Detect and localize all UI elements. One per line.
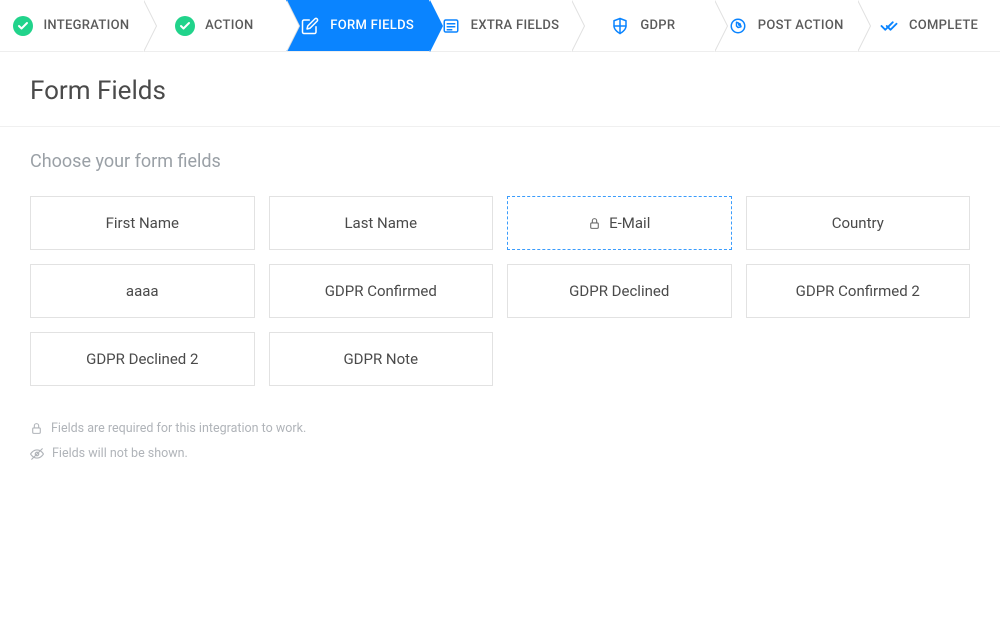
edit-icon <box>300 16 320 36</box>
form-list-icon <box>441 16 461 36</box>
legend-required: Fields are required for this integration… <box>30 416 970 441</box>
field-last-name[interactable]: Last Name <box>269 196 494 250</box>
field-label: Last Name <box>344 214 417 232</box>
content-area: Choose your form fields First Name Last … <box>0 127 1000 490</box>
shield-icon <box>610 16 630 36</box>
legend-text: Fields will not be shown. <box>52 441 188 466</box>
check-circle-icon <box>175 16 195 36</box>
step-label: INTEGRATION <box>43 18 129 33</box>
field-gdpr-note[interactable]: GDPR Note <box>269 332 494 386</box>
field-label: GDPR Confirmed <box>325 282 437 300</box>
lock-icon <box>30 422 43 435</box>
field-label: GDPR Confirmed 2 <box>796 282 920 300</box>
legend-hidden: Fields will not be shown. <box>30 441 970 466</box>
double-check-icon <box>879 16 899 36</box>
step-label: GDPR <box>640 18 675 33</box>
step-complete[interactable]: COMPLETE <box>857 0 1000 51</box>
field-label: GDPR Declined <box>569 282 669 300</box>
step-gdpr[interactable]: GDPR <box>571 0 714 51</box>
field-label: aaaa <box>126 282 159 300</box>
step-form-fields[interactable]: FORM FIELDS <box>286 0 429 51</box>
step-label: POST ACTION <box>758 18 844 33</box>
field-gdpr-declined[interactable]: GDPR Declined <box>507 264 732 318</box>
field-label: Country <box>832 214 884 232</box>
instruction-text: Choose your form fields <box>30 151 970 172</box>
field-gdpr-confirmed[interactable]: GDPR Confirmed <box>269 264 494 318</box>
field-email[interactable]: E-Mail <box>507 196 732 250</box>
step-label: ACTION <box>205 18 253 33</box>
step-integration[interactable]: INTEGRATION <box>0 0 143 51</box>
eye-off-icon <box>30 447 44 461</box>
field-gdpr-confirmed-2[interactable]: GDPR Confirmed 2 <box>746 264 971 318</box>
step-label: COMPLETE <box>909 18 978 33</box>
rocket-icon <box>728 16 748 36</box>
field-label: GDPR Declined 2 <box>86 350 198 368</box>
wizard-stepper: INTEGRATION ACTION FORM FIELDS EXTRA FIE… <box>0 0 1000 52</box>
legend: Fields are required for this integration… <box>30 416 970 466</box>
field-label: GDPR Note <box>343 350 418 368</box>
field-gdpr-declined-2[interactable]: GDPR Declined 2 <box>30 332 255 386</box>
legend-text: Fields are required for this integration… <box>51 416 306 441</box>
lock-icon <box>588 217 601 230</box>
field-country[interactable]: Country <box>746 196 971 250</box>
step-extra-fields[interactable]: EXTRA FIELDS <box>429 0 572 51</box>
page-title: Form Fields <box>0 52 1000 126</box>
step-action[interactable]: ACTION <box>143 0 286 51</box>
step-label: EXTRA FIELDS <box>471 18 560 33</box>
field-label: E-Mail <box>609 214 650 232</box>
check-circle-icon <box>13 16 33 36</box>
field-first-name[interactable]: First Name <box>30 196 255 250</box>
step-post-action[interactable]: POST ACTION <box>714 0 857 51</box>
step-label: FORM FIELDS <box>330 18 414 33</box>
field-aaaa[interactable]: aaaa <box>30 264 255 318</box>
fields-grid: First Name Last Name E-Mail Country aaaa… <box>30 196 970 386</box>
field-label: First Name <box>106 214 179 232</box>
